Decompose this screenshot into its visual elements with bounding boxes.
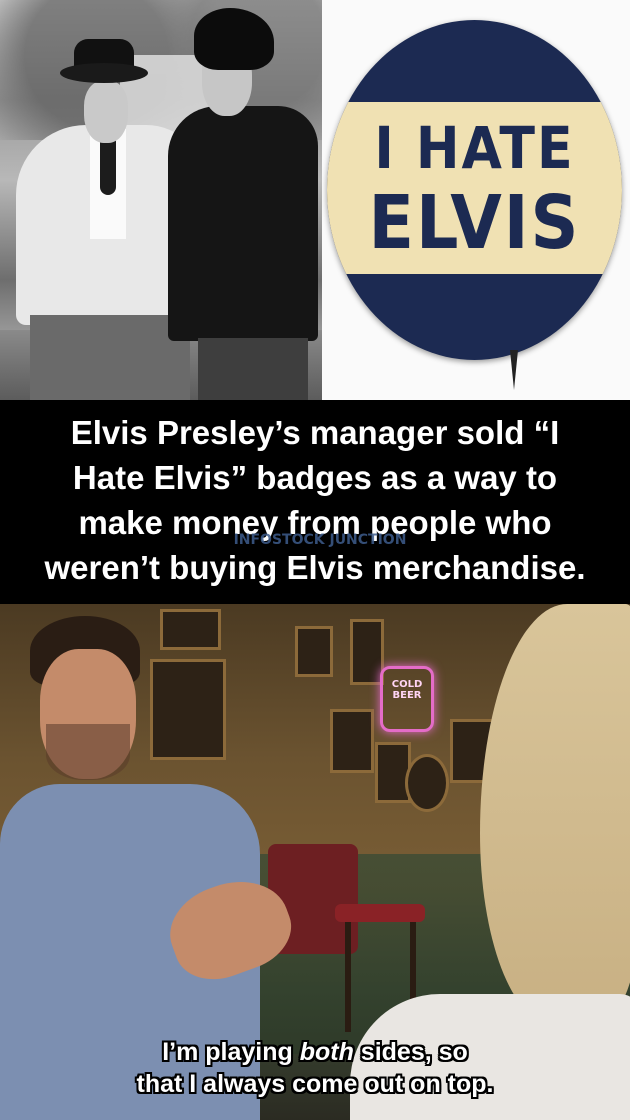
meme-scene: COLD BEER I’m playing both sides, so tha… — [0, 604, 630, 1120]
i-hate-elvis-badge: I HATE ELVIS — [327, 20, 622, 360]
vintage-photo — [0, 0, 322, 400]
badge-line2: ELVIS — [368, 180, 581, 266]
badge-photo: I HATE ELVIS — [322, 0, 630, 400]
top-panel: I HATE ELVIS — [0, 0, 630, 400]
caption-line: Elvis Presley’s manager sold “I — [70, 414, 560, 451]
wall-frame — [330, 709, 374, 773]
watermark: INFOSTOCK JUNCTION — [233, 532, 407, 548]
pin-needle — [510, 350, 518, 390]
caption-text: Elvis Presley’s manager sold “I Hate Elv… — [8, 410, 622, 590]
subtitle: I’m playing both sides, so that I always… — [0, 1036, 630, 1100]
bar-stool — [335, 904, 425, 922]
elvis-figure — [168, 8, 318, 400]
wall-frame — [350, 619, 384, 685]
caption-line: Hate Elvis” badges as a way to — [72, 459, 558, 496]
badge-line1: I HATE — [374, 114, 575, 182]
subtitle-line1: I’m playing both sides, so — [162, 1038, 468, 1066]
subtitle-line2: that I always come out on top. — [136, 1070, 494, 1098]
caption-band: Elvis Presley’s manager sold “I Hate Elv… — [0, 400, 630, 600]
caption-line: weren’t buying Elvis merchandise. — [44, 549, 586, 586]
